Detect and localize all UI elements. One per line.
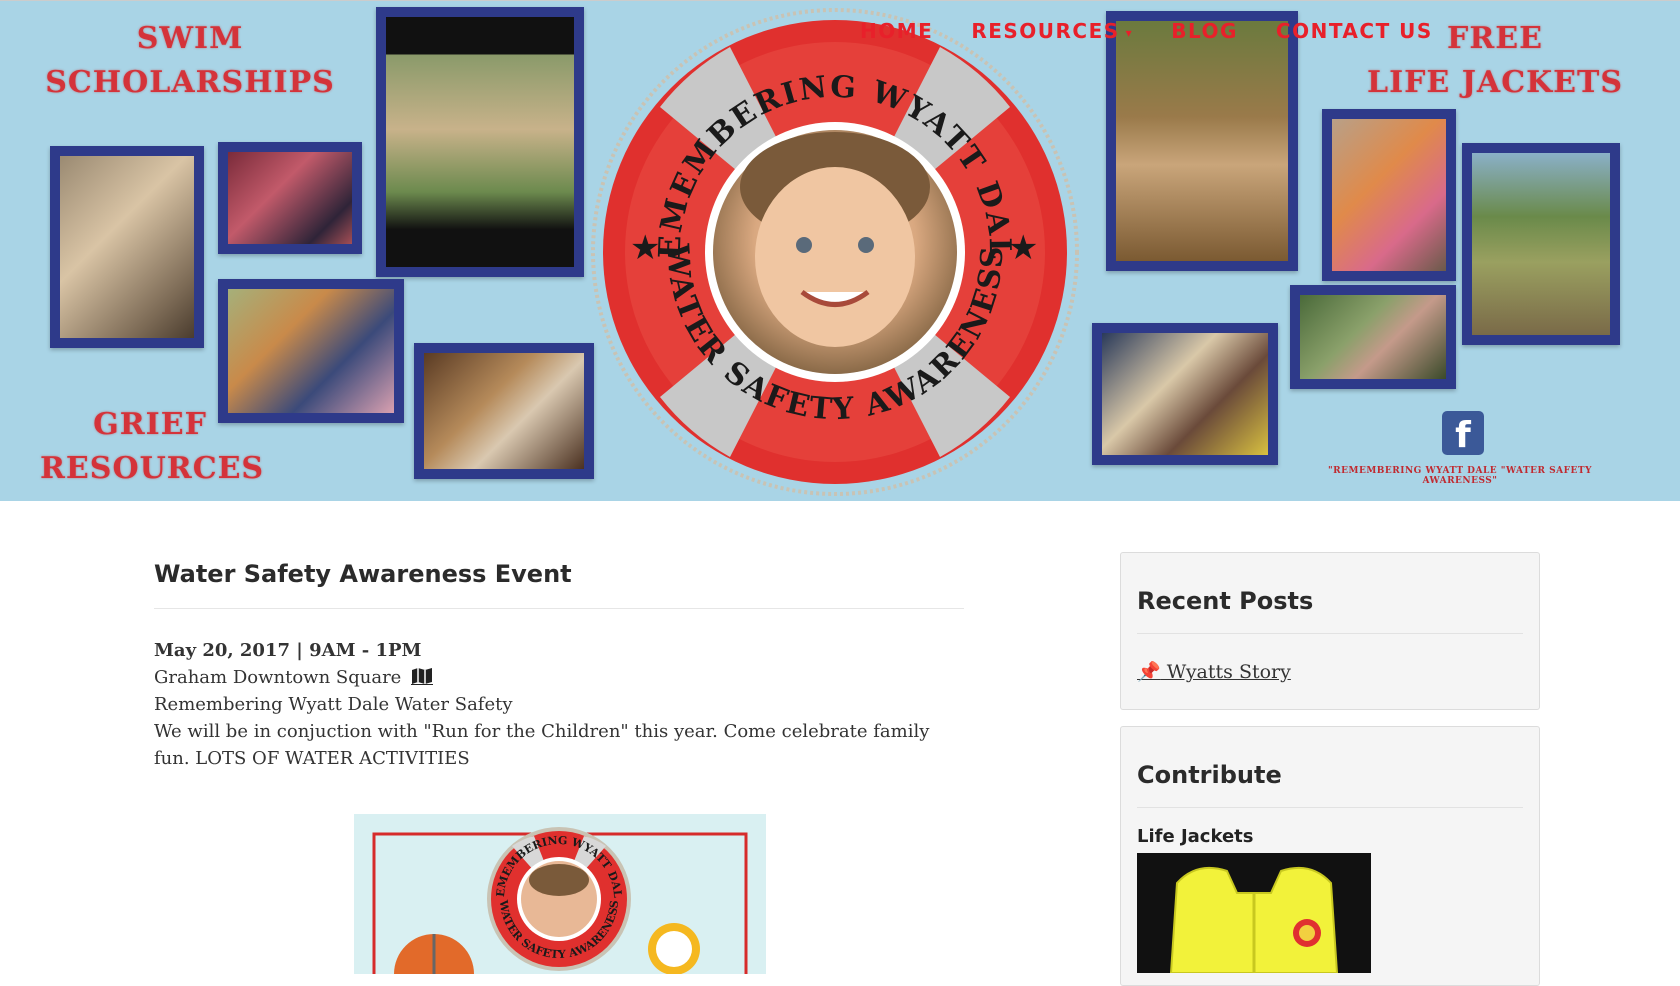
event-date: May 20, 2017 | 9AM - 1PM xyxy=(154,640,422,661)
family-photo xyxy=(1322,109,1456,281)
family-photo xyxy=(1092,323,1278,465)
recent-post-link[interactable]: 📌 Wyatts Story xyxy=(1137,660,1523,683)
family-photo xyxy=(1290,285,1456,389)
event-flyer-image: REMEMBERING WYATT DALE WATER SAFETY AWAR… xyxy=(354,814,766,974)
post-body: May 20, 2017 | 9AM - 1PM Graham Downtown… xyxy=(154,637,964,772)
main-nav: HOME RESOURCES ▾ BLOG CONTACT US xyxy=(860,19,1433,43)
nav-home[interactable]: HOME xyxy=(860,19,933,43)
logo-life-ring[interactable]: REMEMBERING WYATT DALE WATER SAFETY AWAR… xyxy=(577,1,1080,497)
family-photo xyxy=(218,142,362,254)
header-banner: SWIM SCHOLARSHIPS GRIEF RESOURCES FREE L… xyxy=(0,0,1680,501)
event-description: We will be in conjuction with "Run for t… xyxy=(154,721,930,769)
facebook-caption: "REMEMBERING WYATT DALE "WATER SAFETY AW… xyxy=(1327,466,1592,486)
event-location: Graham Downtown Square xyxy=(154,667,402,688)
facebook-icon[interactable]: f xyxy=(1442,411,1484,456)
chevron-down-icon: ▾ xyxy=(1125,25,1134,40)
family-photo xyxy=(218,279,404,423)
event-organizer: Remembering Wyatt Dale Water Safety xyxy=(154,694,513,715)
nav-blog[interactable]: BLOG xyxy=(1171,19,1238,43)
recent-posts-widget: Recent Posts 📌 Wyatts Story xyxy=(1120,552,1540,710)
contribute-widget: Contribute Life Jackets xyxy=(1120,726,1540,986)
recent-posts-title: Recent Posts xyxy=(1137,553,1523,634)
map-icon[interactable] xyxy=(411,666,434,685)
svg-text:★: ★ xyxy=(1008,228,1038,268)
swim-scholarships-label[interactable]: SWIM SCHOLARSHIPS xyxy=(40,17,340,105)
event-post: Water Safety Awareness Event May 20, 201… xyxy=(154,560,964,772)
contribute-title: Contribute xyxy=(1137,727,1523,808)
family-photo xyxy=(1462,143,1620,345)
family-photo xyxy=(50,146,204,348)
family-photo xyxy=(376,7,584,277)
nav-contact-us[interactable]: CONTACT US xyxy=(1276,19,1433,43)
family-photo xyxy=(1106,11,1298,271)
life-jacket-image[interactable] xyxy=(1137,853,1371,973)
svg-text:★: ★ xyxy=(630,228,660,268)
post-title: Water Safety Awareness Event xyxy=(154,560,964,609)
family-photo xyxy=(414,343,594,479)
nav-resources[interactable]: RESOURCES ▾ xyxy=(971,19,1133,43)
life-jackets-heading: Life Jackets xyxy=(1137,826,1254,847)
pin-icon: 📌 xyxy=(1137,661,1161,683)
nav-resources-label: RESOURCES xyxy=(971,19,1120,43)
event-location-row: Graham Downtown Square xyxy=(154,664,964,691)
recent-post-label: Wyatts Story xyxy=(1160,661,1291,683)
